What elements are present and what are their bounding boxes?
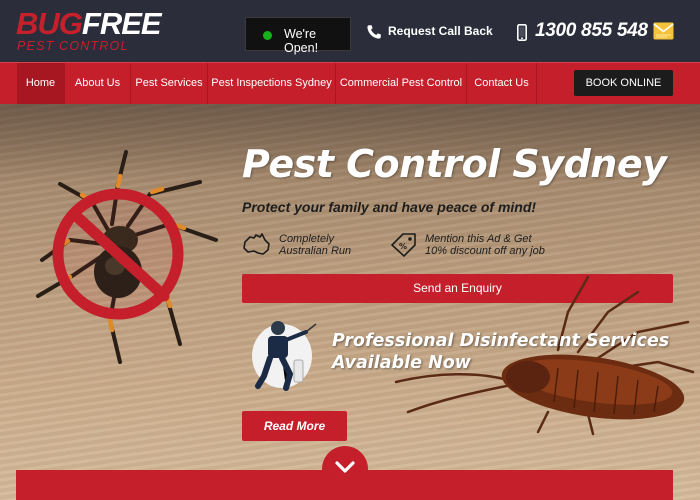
svg-text:%: % <box>399 242 407 251</box>
brand-logo[interactable]: BUGFREE PEST CONTROL <box>16 6 162 54</box>
hero-banner: Pest Control Sydney Protect your family … <box>0 104 700 500</box>
nav-item-pest-services[interactable]: Pest Services <box>131 63 208 104</box>
status-dot-icon <box>263 31 272 40</box>
hero-title: Pest Control Sydney <box>242 142 667 186</box>
scroll-down-button[interactable] <box>322 446 368 492</box>
australia-map-icon <box>243 233 270 255</box>
nav-item-pest-inspections-sydney[interactable]: Pest Inspections Sydney <box>208 63 336 104</box>
feature-discount-line1: Mention this Ad & Get <box>425 233 532 245</box>
main-nav: Home About Us Pest Services Pest Inspect… <box>0 62 700 104</box>
feature-discount-line2: 10% discount off any job <box>425 245 545 257</box>
top-bar: BUGFREE PEST CONTROL We're Open! Request… <box>0 0 700 62</box>
request-call-back-label: Request Call Back <box>388 24 493 38</box>
logo-text-bug: BUG <box>16 6 83 41</box>
mobile-phone-icon <box>517 24 527 41</box>
phone-icon <box>367 25 381 39</box>
disinfectant-promo-line1: Professional Disinfectant Services <box>332 331 670 351</box>
logo-tagline: PEST CONTROL <box>17 39 129 53</box>
nav-item-home[interactable]: Home <box>17 63 65 104</box>
feature-discount: % Mention this Ad & Get 10% discount off… <box>388 230 558 260</box>
logo-text-free: FREE <box>81 6 162 41</box>
technician-image <box>252 321 317 391</box>
read-more-button[interactable]: Read More <box>242 411 347 441</box>
book-online-button[interactable]: BOOK ONLINE <box>574 70 673 96</box>
disinfectant-promo-line2: Available Now <box>332 353 471 373</box>
mail-icon[interactable] <box>653 22 674 40</box>
nav-item-about-us[interactable]: About Us <box>65 63 131 104</box>
phone-number-link[interactable]: 1300 855 548 <box>535 20 648 42</box>
no-spider-illustration <box>36 150 218 364</box>
feature-australian-run: Completely Australian Run <box>242 230 372 260</box>
discount-tag-icon: % <box>391 233 416 257</box>
nav-item-commercial-pest-control[interactable]: Commercial Pest Control <box>336 63 467 104</box>
chevron-down-icon <box>335 461 355 473</box>
feature-australian-run-line2: Australian Run <box>279 245 352 257</box>
open-status-text: We're Open! <box>284 27 319 55</box>
hero-subtitle: Protect your family and have peace of mi… <box>242 199 537 215</box>
open-status-badge: We're Open! <box>245 17 351 55</box>
disinfectant-promo: Professional Disinfectant Services Avail… <box>332 330 669 374</box>
nav-item-contact-us[interactable]: Contact Us <box>467 63 537 104</box>
feature-australian-run-line1: Completely <box>279 233 335 245</box>
